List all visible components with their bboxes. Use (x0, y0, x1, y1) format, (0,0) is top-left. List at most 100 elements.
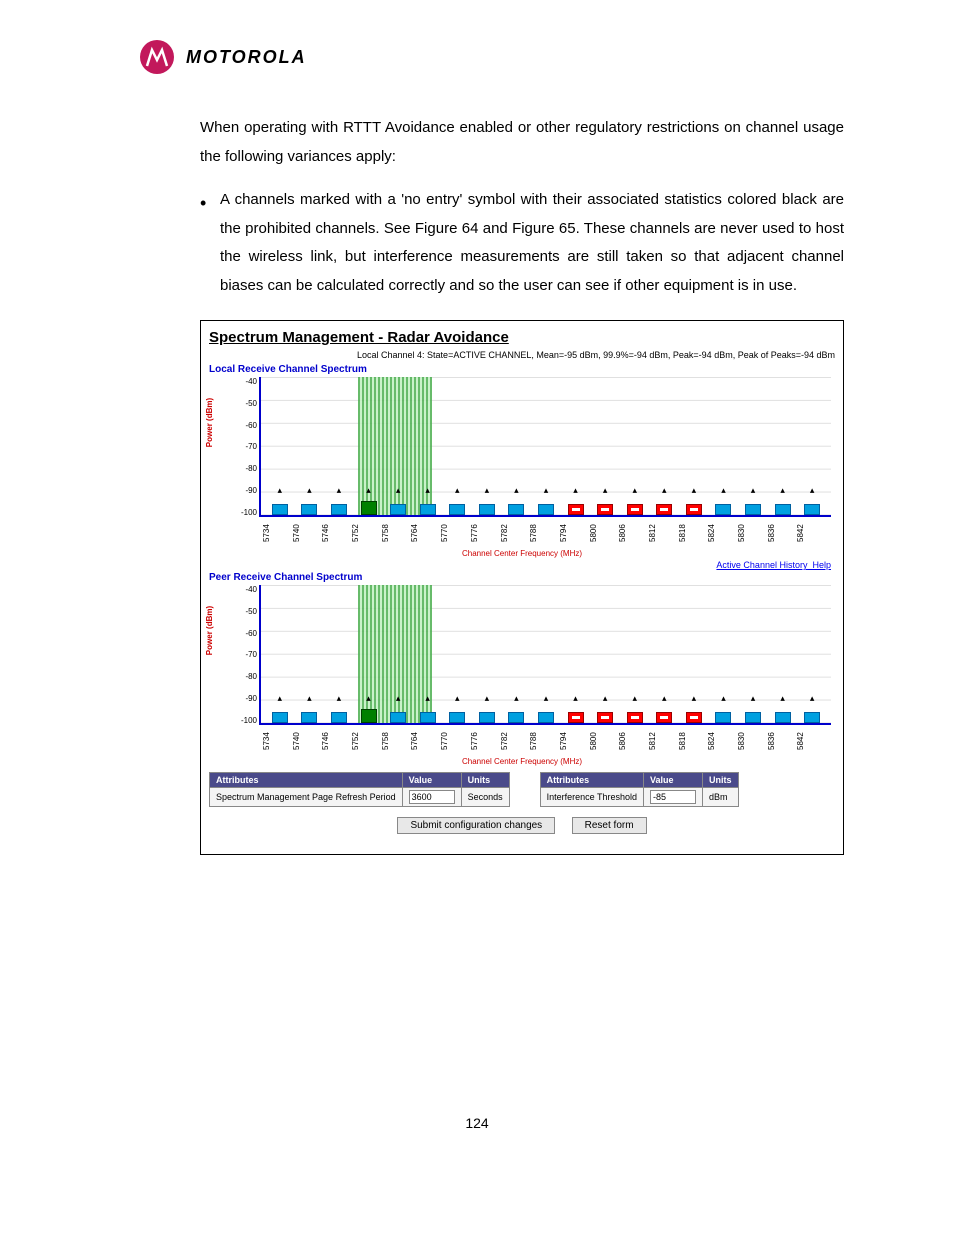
channel-bar (331, 712, 347, 723)
peak-marker-icon: ▴ (455, 485, 460, 496)
channel-slot[interactable]: ▴ (590, 585, 620, 723)
x-tick-label: 5788 (530, 727, 560, 755)
channel-slot[interactable]: ▴ (383, 377, 413, 515)
interference-threshold-input[interactable] (650, 790, 696, 804)
x-tick-label: 5770 (441, 519, 471, 547)
th-attr: Attributes (210, 773, 403, 788)
x-axis-ticks-2: 5734574057465752575857645770577657825788… (259, 727, 831, 755)
channel-slot[interactable]: ▴ (768, 377, 798, 515)
intro-paragraph: When operating with RTTT Avoidance enabl… (200, 114, 844, 171)
channel-slot[interactable]: ▴ (354, 585, 384, 723)
channel-bar (479, 504, 495, 515)
channel-slot[interactable]: ▴ (413, 585, 443, 723)
peak-marker-icon: ▴ (662, 485, 667, 496)
channel-slot[interactable]: ▴ (590, 377, 620, 515)
channel-slot[interactable]: ▴ (383, 585, 413, 723)
attribute-tables: Attributes Value Units Spectrum Manageme… (209, 772, 835, 807)
refresh-period-table: Attributes Value Units Spectrum Manageme… (209, 772, 510, 807)
channel-slot[interactable]: ▴ (797, 377, 827, 515)
peak-marker-icon: ▴ (337, 485, 342, 496)
channel-slot[interactable]: ▴ (531, 377, 561, 515)
submit-button[interactable]: Submit configuration changes (397, 817, 555, 834)
channel-bar (449, 712, 465, 723)
peak-marker-icon: ▴ (455, 693, 460, 704)
x-tick-label: 5842 (797, 727, 827, 755)
x-tick-label: 5740 (293, 519, 323, 547)
channel-slot[interactable]: ▴ (679, 377, 709, 515)
channel-slot[interactable]: ▴ (324, 377, 354, 515)
channel-slot[interactable]: ▴ (413, 377, 443, 515)
channel-slot[interactable]: ▴ (354, 377, 384, 515)
channel-slot[interactable]: ▴ (797, 585, 827, 723)
attr-name2: Interference Threshold (540, 788, 643, 807)
peak-marker-icon: ▴ (366, 485, 371, 496)
reset-button[interactable]: Reset form (572, 817, 647, 834)
channel-slot[interactable]: ▴ (295, 585, 325, 723)
channel-slot[interactable]: ▴ (738, 377, 768, 515)
help-link[interactable]: Help (812, 560, 831, 570)
channel-bar (538, 504, 554, 515)
channel-bar (804, 712, 820, 723)
channel-slot[interactable]: ▴ (324, 585, 354, 723)
x-tick-label: 5776 (471, 519, 501, 547)
peak-marker-icon: ▴ (514, 485, 519, 496)
channel-slot[interactable]: ▴ (265, 585, 295, 723)
channel-slot[interactable]: ▴ (650, 585, 680, 723)
channel-status-line: Local Channel 4: State=ACTIVE CHANNEL, M… (209, 350, 835, 360)
channel-bar (745, 712, 761, 723)
channel-slot[interactable]: ▴ (502, 377, 532, 515)
brand-name: MOTOROLA (186, 47, 307, 68)
channel-slot[interactable]: ▴ (531, 585, 561, 723)
peak-marker-icon: ▴ (721, 485, 726, 496)
channel-slot[interactable]: ▴ (679, 585, 709, 723)
channel-slot[interactable]: ▴ (265, 377, 295, 515)
channel-slot[interactable]: ▴ (561, 585, 591, 723)
channel-slot[interactable]: ▴ (768, 585, 798, 723)
chart2-title: Peer Receive Channel Spectrum (209, 572, 835, 583)
channel-slot[interactable]: ▴ (472, 377, 502, 515)
channel-slot[interactable]: ▴ (472, 585, 502, 723)
channel-bar (715, 504, 731, 515)
channel-slot[interactable]: ▴ (650, 377, 680, 515)
channel-slot[interactable]: ▴ (502, 585, 532, 723)
channel-slot[interactable]: ▴ (709, 585, 739, 723)
no-entry-icon (627, 504, 643, 515)
channel-slot[interactable]: ▴ (738, 585, 768, 723)
channel-slot[interactable]: ▴ (709, 377, 739, 515)
channel-slot[interactable]: ▴ (620, 377, 650, 515)
refresh-period-input[interactable] (409, 790, 455, 804)
x-tick-label: 5812 (649, 727, 679, 755)
peak-marker-icon: ▴ (307, 485, 312, 496)
active-channel-history-link[interactable]: Active Channel History (716, 560, 807, 570)
active-channel-bar (361, 709, 377, 723)
peak-marker-icon: ▴ (751, 693, 756, 704)
bullet-icon: • (200, 186, 220, 300)
attr-name: Spectrum Management Page Refresh Period (210, 788, 403, 807)
x-tick-label: 5734 (263, 727, 293, 755)
x-tick-label: 5800 (590, 727, 620, 755)
x-tick-label: 5758 (382, 519, 412, 547)
x-tick-label: 5752 (352, 727, 382, 755)
peak-marker-icon: ▴ (278, 485, 283, 496)
no-entry-icon (627, 712, 643, 723)
peak-marker-icon: ▴ (396, 485, 401, 496)
no-entry-icon (686, 504, 702, 515)
x-tick-label: 5764 (411, 727, 441, 755)
peak-marker-icon: ▴ (603, 693, 608, 704)
channel-slot[interactable]: ▴ (442, 585, 472, 723)
channel-slot[interactable]: ▴ (295, 377, 325, 515)
channel-bar (331, 504, 347, 515)
x-tick-label: 5830 (738, 727, 768, 755)
x-tick-label: 5764 (411, 519, 441, 547)
x-tick-label: 5818 (679, 727, 709, 755)
channel-bar (420, 504, 436, 515)
channel-slot[interactable]: ▴ (620, 585, 650, 723)
no-entry-icon (597, 712, 613, 723)
y-axis-ticks: -40-50-60-70-80-90-100 (209, 377, 257, 517)
peak-marker-icon: ▴ (632, 485, 637, 496)
channel-slot[interactable]: ▴ (442, 377, 472, 515)
x-tick-label: 5806 (619, 519, 649, 547)
no-entry-icon (568, 504, 584, 515)
channel-slot[interactable]: ▴ (561, 377, 591, 515)
th-attr2: Attributes (540, 773, 643, 788)
